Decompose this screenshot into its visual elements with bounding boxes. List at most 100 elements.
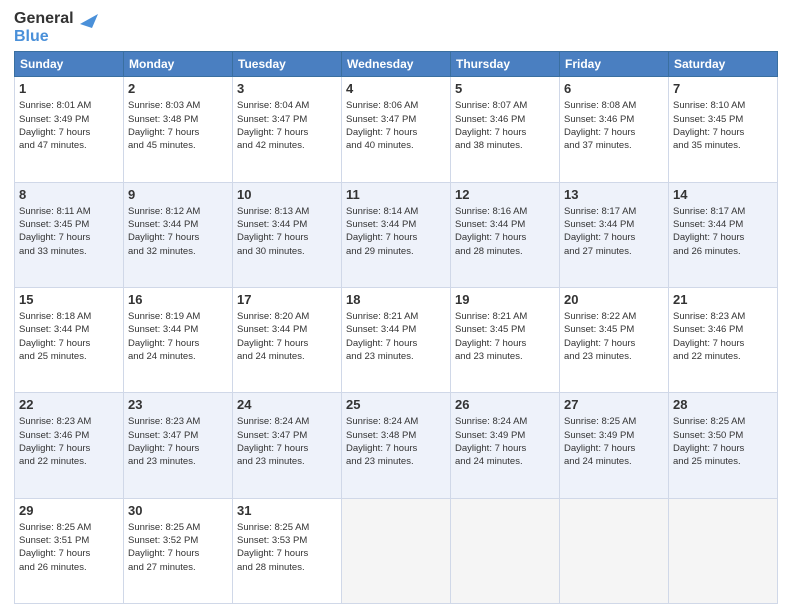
- day-detail: Sunrise: 8:24 AMSunset: 3:47 PMDaylight:…: [237, 415, 337, 468]
- day-detail: Sunrise: 8:22 AMSunset: 3:45 PMDaylight:…: [564, 310, 664, 363]
- calendar-cell: 28Sunrise: 8:25 AMSunset: 3:50 PMDayligh…: [669, 393, 778, 498]
- day-number: 25: [346, 396, 446, 414]
- day-number: 12: [455, 186, 555, 204]
- day-number: 3: [237, 80, 337, 98]
- day-detail: Sunrise: 8:24 AMSunset: 3:49 PMDaylight:…: [455, 415, 555, 468]
- day-detail: Sunrise: 8:23 AMSunset: 3:46 PMDaylight:…: [19, 415, 119, 468]
- day-detail: Sunrise: 8:06 AMSunset: 3:47 PMDaylight:…: [346, 99, 446, 152]
- calendar-week-4: 22Sunrise: 8:23 AMSunset: 3:46 PMDayligh…: [15, 393, 778, 498]
- calendar-header-row: SundayMondayTuesdayWednesdayThursdayFrid…: [15, 52, 778, 77]
- day-detail: Sunrise: 8:25 AMSunset: 3:50 PMDaylight:…: [673, 415, 773, 468]
- day-number: 26: [455, 396, 555, 414]
- day-number: 16: [128, 291, 228, 309]
- calendar-col-saturday: Saturday: [669, 52, 778, 77]
- day-number: 14: [673, 186, 773, 204]
- calendar-cell: 11Sunrise: 8:14 AMSunset: 3:44 PMDayligh…: [342, 182, 451, 287]
- calendar-cell: 19Sunrise: 8:21 AMSunset: 3:45 PMDayligh…: [451, 287, 560, 392]
- calendar-week-5: 29Sunrise: 8:25 AMSunset: 3:51 PMDayligh…: [15, 498, 778, 603]
- calendar-cell: 29Sunrise: 8:25 AMSunset: 3:51 PMDayligh…: [15, 498, 124, 603]
- day-detail: Sunrise: 8:12 AMSunset: 3:44 PMDaylight:…: [128, 205, 228, 258]
- logo-bird-icon: [76, 10, 98, 38]
- calendar-col-wednesday: Wednesday: [342, 52, 451, 77]
- day-detail: Sunrise: 8:18 AMSunset: 3:44 PMDaylight:…: [19, 310, 119, 363]
- day-number: 21: [673, 291, 773, 309]
- day-detail: Sunrise: 8:17 AMSunset: 3:44 PMDaylight:…: [564, 205, 664, 258]
- calendar-col-sunday: Sunday: [15, 52, 124, 77]
- day-detail: Sunrise: 8:16 AMSunset: 3:44 PMDaylight:…: [455, 205, 555, 258]
- day-detail: Sunrise: 8:07 AMSunset: 3:46 PMDaylight:…: [455, 99, 555, 152]
- calendar-cell: [560, 498, 669, 603]
- calendar-cell: 23Sunrise: 8:23 AMSunset: 3:47 PMDayligh…: [124, 393, 233, 498]
- calendar-cell: 5Sunrise: 8:07 AMSunset: 3:46 PMDaylight…: [451, 77, 560, 182]
- day-number: 6: [564, 80, 664, 98]
- day-detail: Sunrise: 8:14 AMSunset: 3:44 PMDaylight:…: [346, 205, 446, 258]
- day-detail: Sunrise: 8:20 AMSunset: 3:44 PMDaylight:…: [237, 310, 337, 363]
- calendar-col-tuesday: Tuesday: [233, 52, 342, 77]
- calendar-table: SundayMondayTuesdayWednesdayThursdayFrid…: [14, 51, 778, 604]
- day-detail: Sunrise: 8:08 AMSunset: 3:46 PMDaylight:…: [564, 99, 664, 152]
- day-number: 9: [128, 186, 228, 204]
- calendar-cell: 24Sunrise: 8:24 AMSunset: 3:47 PMDayligh…: [233, 393, 342, 498]
- day-number: 10: [237, 186, 337, 204]
- calendar-cell: 9Sunrise: 8:12 AMSunset: 3:44 PMDaylight…: [124, 182, 233, 287]
- calendar-cell: 22Sunrise: 8:23 AMSunset: 3:46 PMDayligh…: [15, 393, 124, 498]
- day-detail: Sunrise: 8:24 AMSunset: 3:48 PMDaylight:…: [346, 415, 446, 468]
- calendar-week-2: 8Sunrise: 8:11 AMSunset: 3:45 PMDaylight…: [15, 182, 778, 287]
- page: General Blue SundayMondayTuesdayWednesda…: [0, 0, 792, 612]
- logo-blue: Blue: [14, 28, 49, 45]
- logo-general: General: [14, 10, 74, 27]
- calendar-cell: 31Sunrise: 8:25 AMSunset: 3:53 PMDayligh…: [233, 498, 342, 603]
- day-number: 22: [19, 396, 119, 414]
- day-number: 18: [346, 291, 446, 309]
- calendar-cell: 25Sunrise: 8:24 AMSunset: 3:48 PMDayligh…: [342, 393, 451, 498]
- day-number: 28: [673, 396, 773, 414]
- day-number: 31: [237, 502, 337, 520]
- header: General Blue: [14, 10, 778, 45]
- day-number: 7: [673, 80, 773, 98]
- day-detail: Sunrise: 8:10 AMSunset: 3:45 PMDaylight:…: [673, 99, 773, 152]
- day-detail: Sunrise: 8:25 AMSunset: 3:51 PMDaylight:…: [19, 521, 119, 574]
- calendar-col-monday: Monday: [124, 52, 233, 77]
- calendar-cell: [342, 498, 451, 603]
- calendar-col-friday: Friday: [560, 52, 669, 77]
- day-detail: Sunrise: 8:01 AMSunset: 3:49 PMDaylight:…: [19, 99, 119, 152]
- calendar-cell: 13Sunrise: 8:17 AMSunset: 3:44 PMDayligh…: [560, 182, 669, 287]
- calendar-cell: 30Sunrise: 8:25 AMSunset: 3:52 PMDayligh…: [124, 498, 233, 603]
- day-detail: Sunrise: 8:25 AMSunset: 3:49 PMDaylight:…: [564, 415, 664, 468]
- calendar-cell: 18Sunrise: 8:21 AMSunset: 3:44 PMDayligh…: [342, 287, 451, 392]
- day-number: 15: [19, 291, 119, 309]
- day-number: 23: [128, 396, 228, 414]
- day-number: 2: [128, 80, 228, 98]
- logo: General Blue: [14, 10, 98, 45]
- calendar-cell: 20Sunrise: 8:22 AMSunset: 3:45 PMDayligh…: [560, 287, 669, 392]
- day-detail: Sunrise: 8:03 AMSunset: 3:48 PMDaylight:…: [128, 99, 228, 152]
- day-number: 8: [19, 186, 119, 204]
- day-number: 5: [455, 80, 555, 98]
- calendar-cell: 12Sunrise: 8:16 AMSunset: 3:44 PMDayligh…: [451, 182, 560, 287]
- calendar-week-3: 15Sunrise: 8:18 AMSunset: 3:44 PMDayligh…: [15, 287, 778, 392]
- calendar-cell: 3Sunrise: 8:04 AMSunset: 3:47 PMDaylight…: [233, 77, 342, 182]
- calendar-cell: 6Sunrise: 8:08 AMSunset: 3:46 PMDaylight…: [560, 77, 669, 182]
- day-detail: Sunrise: 8:17 AMSunset: 3:44 PMDaylight:…: [673, 205, 773, 258]
- day-detail: Sunrise: 8:04 AMSunset: 3:47 PMDaylight:…: [237, 99, 337, 152]
- day-detail: Sunrise: 8:13 AMSunset: 3:44 PMDaylight:…: [237, 205, 337, 258]
- day-number: 1: [19, 80, 119, 98]
- day-number: 19: [455, 291, 555, 309]
- day-detail: Sunrise: 8:19 AMSunset: 3:44 PMDaylight:…: [128, 310, 228, 363]
- day-number: 11: [346, 186, 446, 204]
- day-number: 29: [19, 502, 119, 520]
- calendar-cell: 7Sunrise: 8:10 AMSunset: 3:45 PMDaylight…: [669, 77, 778, 182]
- calendar-cell: 26Sunrise: 8:24 AMSunset: 3:49 PMDayligh…: [451, 393, 560, 498]
- calendar-col-thursday: Thursday: [451, 52, 560, 77]
- calendar-cell: 16Sunrise: 8:19 AMSunset: 3:44 PMDayligh…: [124, 287, 233, 392]
- calendar-cell: 15Sunrise: 8:18 AMSunset: 3:44 PMDayligh…: [15, 287, 124, 392]
- day-number: 30: [128, 502, 228, 520]
- calendar-cell: 1Sunrise: 8:01 AMSunset: 3:49 PMDaylight…: [15, 77, 124, 182]
- calendar-cell: [451, 498, 560, 603]
- day-detail: Sunrise: 8:21 AMSunset: 3:44 PMDaylight:…: [346, 310, 446, 363]
- calendar-cell: 14Sunrise: 8:17 AMSunset: 3:44 PMDayligh…: [669, 182, 778, 287]
- calendar-week-1: 1Sunrise: 8:01 AMSunset: 3:49 PMDaylight…: [15, 77, 778, 182]
- day-detail: Sunrise: 8:23 AMSunset: 3:46 PMDaylight:…: [673, 310, 773, 363]
- day-detail: Sunrise: 8:21 AMSunset: 3:45 PMDaylight:…: [455, 310, 555, 363]
- day-number: 17: [237, 291, 337, 309]
